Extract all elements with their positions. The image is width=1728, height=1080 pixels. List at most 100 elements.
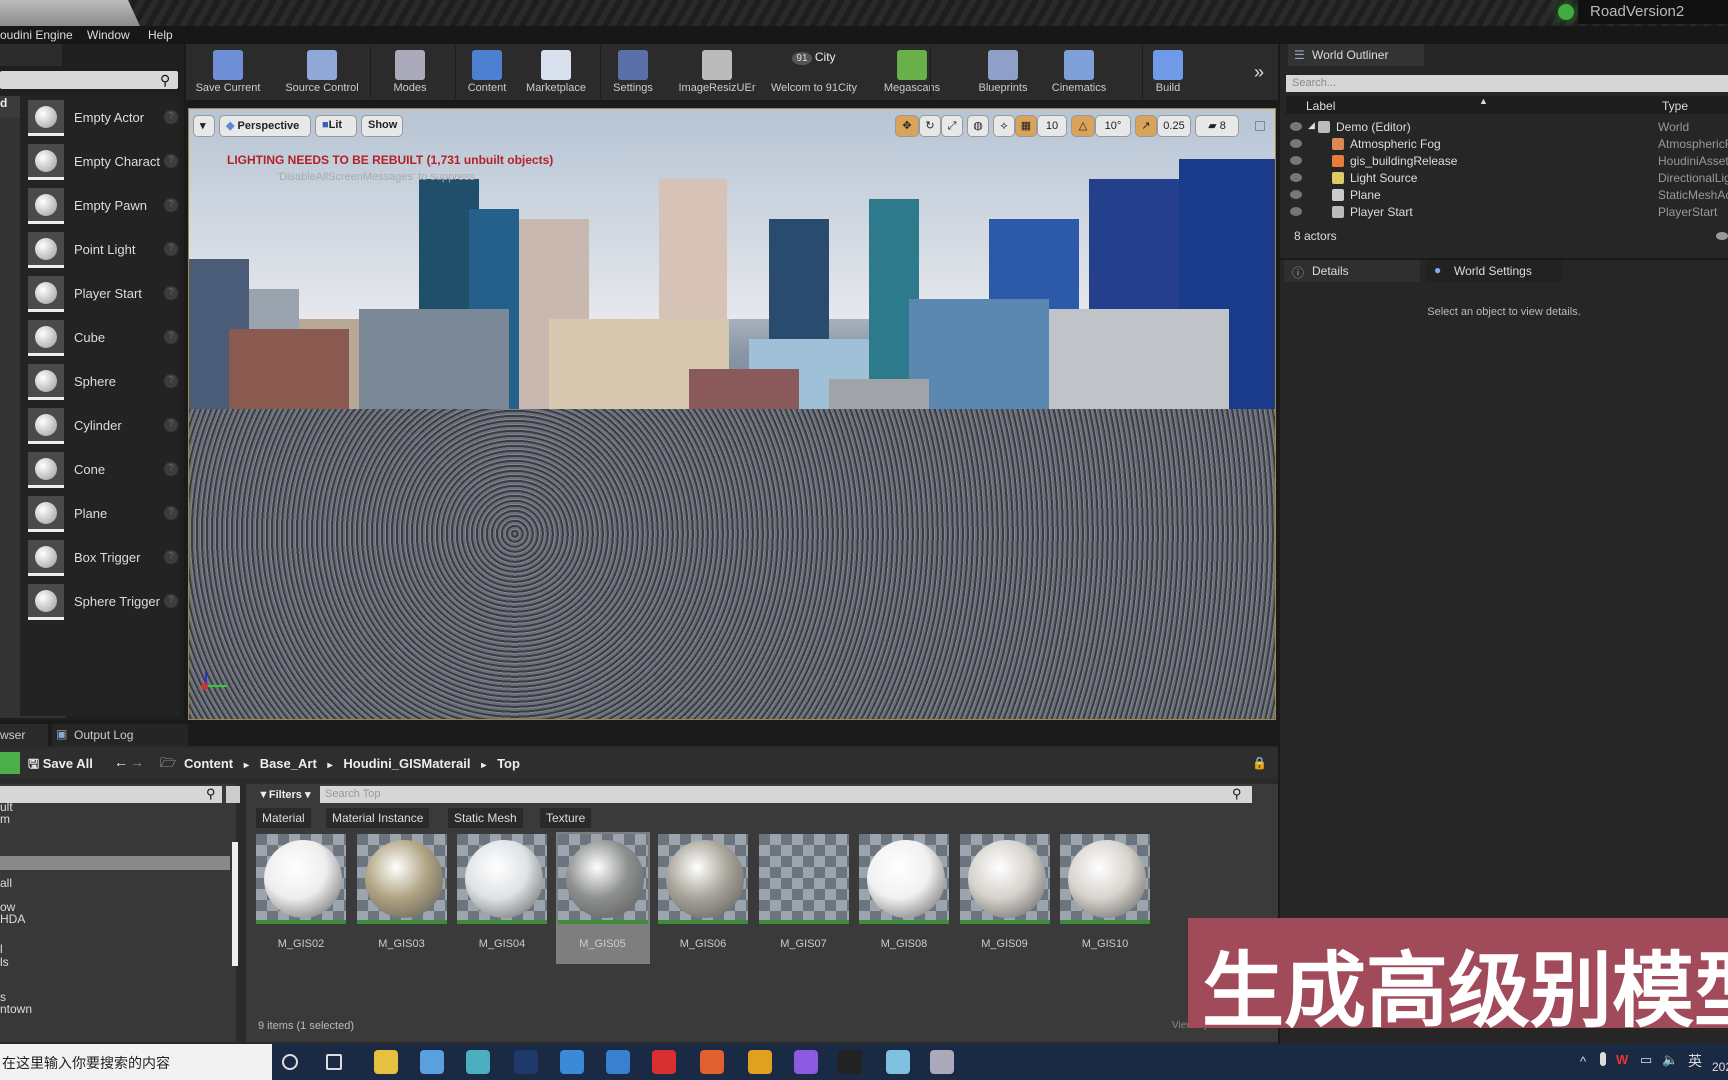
show-button[interactable]: Show	[361, 115, 403, 137]
toolbar-button[interactable]: 91 City Welcom to 91City	[762, 44, 866, 100]
toolbar-button[interactable]: Settings	[608, 44, 658, 100]
breadcrumb-item[interactable]: Houdini_GISMaterail	[343, 756, 470, 771]
visibility-eye-icon[interactable]	[1290, 190, 1302, 199]
toolbar-button[interactable]: Modes	[380, 44, 440, 100]
asset-tile[interactable]: M_GIS05	[555, 832, 650, 964]
col-type[interactable]: Type	[1662, 99, 1688, 113]
translate-tool-icon[interactable]: ✥	[895, 115, 919, 137]
outliner-row[interactable]: Atmospheric Fog AtmosphericF	[1286, 136, 1728, 153]
source-control-status-icon[interactable]	[1558, 4, 1574, 20]
help-icon[interactable]: ?	[164, 462, 178, 476]
visibility-eye-icon[interactable]	[1290, 139, 1302, 148]
network-icon[interactable]: ▭	[1640, 1052, 1652, 1068]
record-icon[interactable]	[652, 1050, 676, 1074]
forward-button[interactable]: →	[130, 754, 144, 770]
asset-tile[interactable]: M_GIS10	[1058, 832, 1152, 964]
place-search-input[interactable]	[0, 71, 178, 89]
file-explorer-icon[interactable]	[374, 1050, 398, 1074]
visibility-eye-icon[interactable]	[1290, 122, 1302, 131]
filter-chip[interactable]: Material	[256, 808, 311, 828]
place-item[interactable]: Box Trigger?	[28, 540, 178, 580]
outliner-row[interactable]: ◢ Demo (Editor) World	[1286, 119, 1728, 136]
place-tab[interactable]	[0, 44, 62, 66]
place-item[interactable]: Empty Pawn?	[28, 188, 178, 228]
search-icon[interactable]: ⚲	[160, 72, 170, 89]
place-item[interactable]: Cone?	[28, 452, 178, 492]
photoshop-icon[interactable]	[514, 1050, 538, 1074]
place-item[interactable]: Sphere Trigger?	[28, 584, 178, 624]
toolbar-button[interactable]: Marketplace	[520, 44, 592, 100]
breadcrumb-item[interactable]: Base_Art	[260, 756, 317, 771]
scale-snap-value[interactable]: 0.25	[1157, 115, 1191, 137]
asset-tile[interactable]: M_GIS06	[656, 832, 750, 964]
place-item[interactable]: Player Start?	[28, 276, 178, 316]
toolbar-button[interactable]: Content	[462, 44, 512, 100]
rotation-snap-icon[interactable]: △	[1071, 115, 1095, 137]
breadcrumb-arrow-icon[interactable]: ▸	[241, 760, 252, 771]
tray-chevron-icon[interactable]: ^	[1580, 1054, 1586, 1069]
place-category-selected[interactable]: d	[0, 96, 20, 118]
folder-tree-item[interactable]: all	[0, 876, 12, 890]
folder-tree-item[interactable]: HDA	[0, 912, 25, 926]
menu-window[interactable]: Window	[87, 28, 130, 42]
breadcrumb-item[interactable]: Content	[184, 756, 233, 771]
outliner-search-input[interactable]: Search...	[1286, 75, 1728, 92]
place-item[interactable]: Cube?	[28, 320, 178, 360]
toolbar-button[interactable]: Cinematics	[1046, 44, 1112, 100]
outliner-row[interactable]: gis_buildingRelease HoudiniAsset	[1286, 153, 1728, 170]
lock-icon[interactable]: 🔒	[1252, 756, 1267, 770]
place-item[interactable]: Empty Actor?	[28, 100, 178, 140]
scale-tool-icon[interactable]: ⤢	[941, 115, 963, 137]
help-icon[interactable]: ?	[164, 550, 178, 564]
tab-details[interactable]: ⓘ Details	[1284, 260, 1420, 282]
purple-app-icon[interactable]	[794, 1050, 818, 1074]
place-item[interactable]: Point Light?	[28, 232, 178, 272]
app2-icon[interactable]	[930, 1050, 954, 1074]
help-icon[interactable]: ?	[164, 330, 178, 344]
add-new-button[interactable]	[0, 752, 20, 774]
surface-snap-icon[interactable]: ⟡	[993, 115, 1015, 137]
notes-icon[interactable]	[886, 1050, 910, 1074]
baidu-netdisk-icon[interactable]	[560, 1050, 584, 1074]
help-icon[interactable]: ?	[164, 374, 178, 388]
view-options-eye-icon[interactable]	[1716, 232, 1728, 240]
breadcrumb-arrow-icon[interactable]: ▸	[479, 760, 490, 771]
menu-houdini-engine[interactable]: oudini Engine	[0, 28, 73, 42]
grid-snap-icon[interactable]: ▦	[1015, 115, 1037, 137]
toolbar-more-button[interactable]: »	[1254, 62, 1264, 83]
help-icon[interactable]: ?	[164, 110, 178, 124]
filter-chip[interactable]: Material Instance	[326, 808, 430, 828]
camera-speed-button[interactable]: ▰ 8	[1195, 115, 1239, 137]
visibility-eye-icon[interactable]	[1290, 173, 1302, 182]
microphone-icon[interactable]	[1600, 1052, 1606, 1066]
tree-selected-folder[interactable]	[0, 856, 230, 870]
folder-tree-item[interactable]: m	[0, 812, 10, 826]
place-item[interactable]: Empty Charact?	[28, 144, 178, 184]
asset-search-input[interactable]: Search Top	[320, 786, 1252, 803]
folder-search-input[interactable]	[0, 786, 222, 803]
filters-button[interactable]: ▼Filters ▾	[258, 788, 310, 801]
ime-indicator[interactable]: 英	[1688, 1051, 1702, 1071]
tab-output-log[interactable]: ▣ Output Log	[52, 724, 188, 746]
viewport-options-button[interactable]: ▾	[193, 115, 215, 137]
visibility-eye-icon[interactable]	[1290, 207, 1302, 216]
scale-snap-icon[interactable]: ↗	[1135, 115, 1157, 137]
folder-tree-item[interactable]: l	[0, 942, 3, 956]
breadcrumb-item[interactable]: Top	[497, 756, 520, 771]
outliner-row[interactable]: Light Source DirectionalLig	[1286, 170, 1728, 187]
back-button[interactable]: ←	[114, 754, 128, 770]
help-icon[interactable]: ?	[164, 506, 178, 520]
help-icon[interactable]: ?	[164, 154, 178, 168]
perspective-button[interactable]: ◆ Perspective	[219, 115, 311, 137]
toolbar-button[interactable]: Build	[1150, 44, 1186, 100]
toolbar-button[interactable]: ImageResizUEr	[674, 44, 760, 100]
toolbar-button[interactable]: Source Control	[272, 44, 372, 100]
menu-help[interactable]: Help	[148, 28, 173, 42]
breadcrumb-arrow-icon[interactable]: ▸	[325, 760, 336, 771]
toolbar-button[interactable]: Megascans	[880, 44, 944, 100]
app-icon[interactable]	[420, 1050, 444, 1074]
cortana-icon[interactable]	[282, 1054, 298, 1070]
visibility-eye-icon[interactable]	[1290, 156, 1302, 165]
asset-tile[interactable]: M_GIS09	[958, 832, 1052, 964]
lit-button[interactable]: ■Lit	[315, 115, 357, 137]
